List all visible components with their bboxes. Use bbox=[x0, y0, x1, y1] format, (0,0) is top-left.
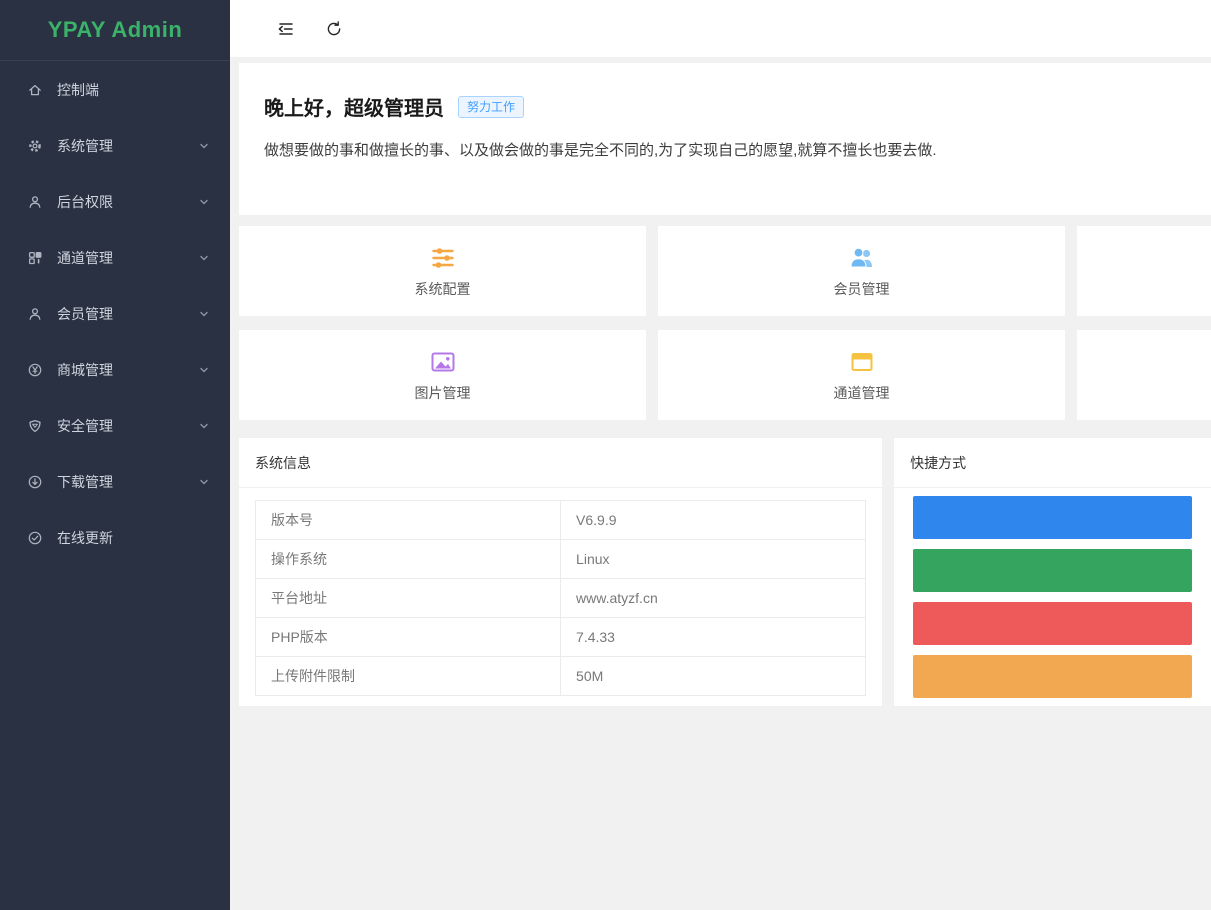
admin-user-icon bbox=[27, 194, 43, 210]
table-row: PHP版本 7.4.33 bbox=[256, 618, 866, 657]
sidebar-item-label: 通道管理 bbox=[57, 248, 113, 268]
quick-card-label: 会员管理 bbox=[834, 279, 890, 299]
chevron-down-icon bbox=[198, 420, 210, 432]
quick-cards-grid: 系统配置 会员管理 图片管理 bbox=[239, 226, 1211, 420]
greeting-title: 晚上好，超级管理员 bbox=[264, 92, 444, 121]
sidebar-item-mall-mgmt[interactable]: 商城管理 bbox=[0, 342, 230, 398]
sidebar-item-admin-perms[interactable]: 后台权限 bbox=[0, 174, 230, 230]
quick-card-placeholder[interactable] bbox=[1077, 226, 1211, 316]
sidebar-item-label: 控制端 bbox=[57, 80, 99, 100]
app-window: YPAY Admin 控制端 系统管理 bbox=[0, 0, 1211, 910]
info-value: www.atyzf.cn bbox=[561, 579, 866, 618]
quick-card-image-mgmt[interactable]: 图片管理 bbox=[239, 330, 646, 420]
content: 晚上好，超级管理员 努力工作 做想要做的事和做擅长的事、以及做会做的事是完全不同… bbox=[230, 57, 1211, 910]
gear-icon bbox=[27, 138, 43, 154]
main-area: 晚上好，超级管理员 努力工作 做想要做的事和做擅长的事、以及做会做的事是完全不同… bbox=[230, 0, 1211, 910]
greeting-subtitle: 做想要做的事和做擅长的事、以及做会做的事是完全不同的,为了实现自己的愿望,就算不… bbox=[264, 139, 1211, 160]
member-user-icon bbox=[27, 306, 43, 322]
sidebar-item-label: 安全管理 bbox=[57, 416, 113, 436]
sidebar-item-label: 商城管理 bbox=[57, 360, 113, 380]
quick-card-label: 图片管理 bbox=[415, 383, 471, 403]
quick-card-member-mgmt[interactable]: 会员管理 bbox=[658, 226, 1065, 316]
check-circle-icon bbox=[27, 530, 43, 546]
refresh-icon[interactable] bbox=[324, 19, 344, 39]
window-icon bbox=[848, 348, 876, 376]
sidebar-item-control-panel[interactable]: 控制端 bbox=[0, 62, 230, 118]
sidebar-item-member-mgmt[interactable]: 会员管理 bbox=[0, 286, 230, 342]
table-row: 上传附件限制 50M bbox=[256, 657, 866, 696]
sidebar: YPAY Admin 控制端 系统管理 bbox=[0, 0, 230, 910]
shortcuts-title: 快捷方式 bbox=[894, 438, 1211, 488]
chevron-down-icon bbox=[198, 252, 210, 264]
app-logo: YPAY Admin bbox=[0, 0, 230, 61]
shortcut-button-orange[interactable] bbox=[913, 655, 1192, 698]
chevron-down-icon bbox=[198, 308, 210, 320]
image-icon bbox=[429, 348, 457, 376]
sidebar-item-label: 后台权限 bbox=[57, 192, 113, 212]
shortcut-button-blue[interactable] bbox=[913, 496, 1192, 539]
info-value: 7.4.33 bbox=[561, 618, 866, 657]
components-icon bbox=[27, 250, 43, 266]
chevron-down-icon bbox=[198, 364, 210, 376]
info-label: 版本号 bbox=[256, 501, 561, 540]
shortcuts-panel: 快捷方式 bbox=[894, 438, 1211, 706]
sidebar-item-download-mgmt[interactable]: 下载管理 bbox=[0, 454, 230, 510]
info-label: 操作系统 bbox=[256, 540, 561, 579]
home-icon bbox=[27, 82, 43, 98]
download-circle-icon bbox=[27, 474, 43, 490]
quick-card-placeholder[interactable] bbox=[1077, 330, 1211, 420]
table-row: 版本号 V6.9.9 bbox=[256, 501, 866, 540]
info-value: Linux bbox=[561, 540, 866, 579]
topbar bbox=[230, 0, 1211, 57]
quick-card-channel-mgmt[interactable]: 通道管理 bbox=[658, 330, 1065, 420]
sliders-icon bbox=[429, 244, 457, 272]
table-row: 平台地址 www.atyzf.cn bbox=[256, 579, 866, 618]
greeting-panel: 晚上好，超级管理员 努力工作 做想要做的事和做擅长的事、以及做会做的事是完全不同… bbox=[239, 63, 1211, 215]
sidebar-nav: 控制端 系统管理 后台权限 bbox=[0, 61, 230, 566]
info-label: PHP版本 bbox=[256, 618, 561, 657]
sidebar-item-label: 会员管理 bbox=[57, 304, 113, 324]
sidebar-item-label: 系统管理 bbox=[57, 136, 113, 156]
bottom-row: 系统信息 版本号 V6.9.9 操作系统 Linux bbox=[239, 438, 1211, 706]
info-label: 上传附件限制 bbox=[256, 657, 561, 696]
info-label: 平台地址 bbox=[256, 579, 561, 618]
chevron-down-icon bbox=[198, 140, 210, 152]
sidebar-item-security-mgmt[interactable]: 安全管理 bbox=[0, 398, 230, 454]
sidebar-item-system-mgmt[interactable]: 系统管理 bbox=[0, 118, 230, 174]
quick-card-label: 系统配置 bbox=[415, 279, 471, 299]
status-badge: 努力工作 bbox=[458, 96, 524, 118]
table-row: 操作系统 Linux bbox=[256, 540, 866, 579]
chevron-down-icon bbox=[198, 476, 210, 488]
users-icon bbox=[848, 244, 876, 272]
yuan-circle-icon bbox=[27, 362, 43, 378]
system-info-title: 系统信息 bbox=[239, 438, 882, 488]
sidebar-item-label: 在线更新 bbox=[57, 528, 113, 548]
sidebar-item-online-update[interactable]: 在线更新 bbox=[0, 510, 230, 566]
shortcut-button-green[interactable] bbox=[913, 549, 1192, 592]
system-info-panel: 系统信息 版本号 V6.9.9 操作系统 Linux bbox=[239, 438, 882, 706]
shield-icon bbox=[27, 418, 43, 434]
sidebar-item-channel-mgmt[interactable]: 通道管理 bbox=[0, 230, 230, 286]
collapse-menu-icon[interactable] bbox=[276, 19, 296, 39]
sidebar-item-label: 下载管理 bbox=[57, 472, 113, 492]
info-value: V6.9.9 bbox=[561, 501, 866, 540]
quick-card-label: 通道管理 bbox=[834, 383, 890, 403]
shortcut-button-red[interactable] bbox=[913, 602, 1192, 645]
info-value: 50M bbox=[561, 657, 866, 696]
quick-card-system-config[interactable]: 系统配置 bbox=[239, 226, 646, 316]
chevron-down-icon bbox=[198, 196, 210, 208]
system-info-table: 版本号 V6.9.9 操作系统 Linux 平台地址 www.atyzf.cn bbox=[255, 500, 866, 696]
